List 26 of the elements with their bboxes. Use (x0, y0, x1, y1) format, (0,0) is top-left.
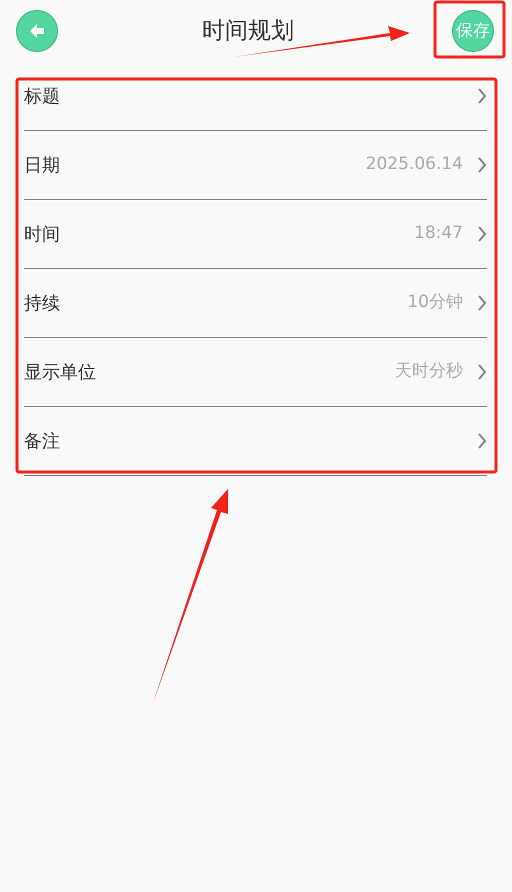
chevron-right-icon (477, 156, 487, 174)
row-value: 2025.06.14 (366, 153, 463, 176)
settings-row[interactable]: 时间 18:47 (24, 200, 487, 269)
row-value: 10分钟 (407, 291, 463, 314)
settings-row[interactable]: 显示单位 天时分秒 (24, 338, 487, 407)
row-value: 18:47 (414, 222, 463, 246)
settings-row[interactable]: 备注 (24, 407, 487, 476)
row-label: 时间 (24, 222, 61, 246)
page-title: 时间规划 (202, 16, 294, 46)
row-value: 天时分秒 (395, 360, 463, 384)
settings-row[interactable]: 持续 10分钟 (24, 269, 487, 338)
chevron-right-icon (477, 87, 487, 105)
chevron-right-icon (477, 363, 487, 381)
back-arrow-icon (29, 23, 45, 39)
settings-row[interactable]: 日期 2025.06.14 (24, 131, 487, 200)
chevron-right-icon (477, 225, 487, 243)
row-label: 持续 (24, 292, 61, 316)
row-label: 显示单位 (24, 360, 97, 384)
back-button[interactable] (16, 10, 58, 52)
row-label: 标题 (24, 84, 61, 108)
chevron-right-icon (477, 294, 487, 312)
settings-row[interactable]: 标题 (24, 62, 487, 131)
row-label: 日期 (24, 154, 61, 178)
chevron-right-icon (477, 432, 487, 450)
row-label: 备注 (24, 430, 61, 454)
annotation-box (434, 0, 506, 58)
